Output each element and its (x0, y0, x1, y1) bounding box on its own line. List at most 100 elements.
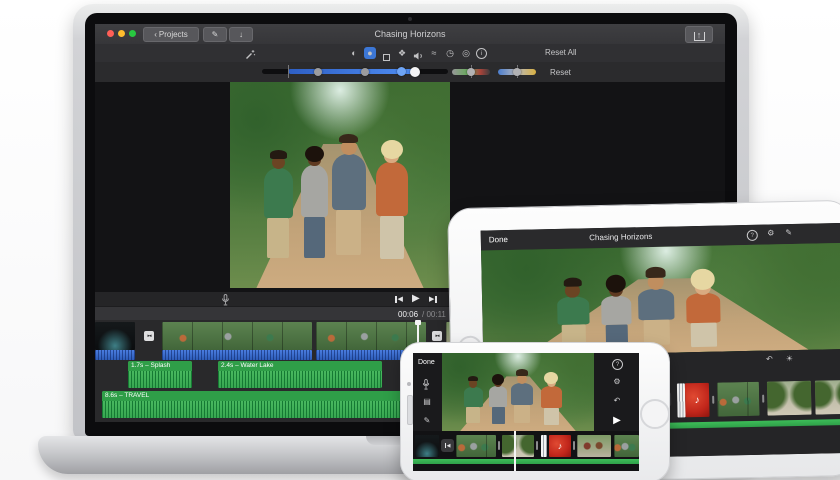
help-icon: ? (612, 359, 623, 370)
ipad-music-track[interactable] (649, 419, 840, 429)
iphone-clip-friends-2[interactable] (614, 435, 639, 457)
share-button[interactable]: ↑ (685, 26, 713, 43)
settings-button[interactable]: ⚙ (765, 228, 777, 237)
info-button[interactable]: i (476, 48, 487, 59)
back-to-projects-button[interactable]: ‹ Projects (143, 27, 199, 42)
prev-frame-icon: ◀ (398, 295, 403, 303)
edit-pencil-icon: ✎ (212, 30, 219, 39)
color-balance-button[interactable]: ◐ (348, 47, 360, 59)
iphone-clip-friends[interactable] (456, 435, 496, 457)
speaker-icon (413, 51, 424, 61)
iphone-playhead[interactable] (514, 431, 516, 471)
zoom-window-button[interactable] (129, 30, 136, 37)
person-figure-4 (375, 140, 408, 282)
facetime-camera-dot (408, 17, 412, 21)
clip-divider-2[interactable] (536, 441, 538, 450)
iphone-camera-dot (407, 382, 411, 386)
brightness-slider-handle[interactable] (397, 67, 406, 76)
transition-badge-2[interactable]: ▸◂ (432, 331, 442, 341)
voiceover-mic-button[interactable] (422, 377, 430, 395)
edit-tools-button[interactable]: ✎ (203, 27, 227, 42)
close-window-button[interactable] (107, 30, 114, 37)
done-button[interactable]: Done (489, 235, 508, 244)
audio-waveform-friends-1 (162, 350, 312, 360)
media-browser-button[interactable]: ▤ (420, 397, 434, 406)
previous-frame-button[interactable]: ◀ (395, 295, 403, 303)
chevron-left-icon: ‹ (154, 30, 157, 39)
help-button[interactable]: ? (612, 359, 623, 370)
ipad-project-title: Chasing Horizons (541, 231, 701, 243)
project-settings-button[interactable]: ✎ (420, 416, 434, 425)
noise-reduction-button[interactable]: ≈ (428, 47, 440, 59)
download-button[interactable]: ↓ (229, 27, 253, 42)
iphone-clip-dark[interactable] (415, 435, 439, 457)
download-arrow-icon: ↓ (239, 30, 243, 39)
microphone-icon (221, 294, 230, 306)
next-frame-button[interactable]: ▶ (429, 295, 437, 303)
person-figure-1 (263, 150, 294, 282)
shadows-slider-handle[interactable] (314, 68, 322, 76)
next-frame-icon: ▶ (429, 295, 434, 303)
project-settings-button[interactable]: ✎ (783, 228, 795, 237)
music-note-icon: ♪ (695, 395, 700, 406)
video-clip-friends-1[interactable] (162, 322, 312, 350)
clip-divider-3[interactable] (573, 441, 575, 450)
person-figure-4 (541, 372, 562, 429)
speed-button[interactable]: ◷ (444, 47, 456, 59)
video-clip-cave[interactable] (95, 322, 135, 350)
person-figure-1 (556, 277, 591, 352)
transition-badge-1[interactable]: ▸◂ (144, 331, 154, 341)
iphone-device: Done ▤ ✎ (400, 342, 670, 480)
person-figure-2 (600, 274, 633, 351)
audio-clip-edge[interactable] (541, 435, 547, 457)
play-button[interactable]: ▶ (412, 293, 420, 304)
clip-filter-button[interactable]: ◎ (460, 47, 472, 59)
help-button[interactable]: ? (747, 230, 758, 241)
play-button[interactable]: ▶ (610, 415, 624, 426)
done-button[interactable]: Done (418, 359, 435, 366)
iphone-music-track[interactable] (413, 459, 639, 464)
undo-button[interactable]: ↶ (610, 396, 624, 405)
minimize-window-button[interactable] (118, 30, 125, 37)
album-art-clip[interactable]: ♪ (685, 383, 710, 417)
person-figure-3 (331, 134, 366, 282)
ipad-clip-road-2[interactable] (815, 380, 840, 415)
color-board: Reset (95, 62, 725, 83)
iphone-home-button[interactable] (640, 399, 670, 429)
highlights-slider-handle[interactable] (410, 67, 420, 77)
album-art-clip[interactable]: ♪ (549, 435, 571, 457)
iphone-timeline: ◀ ♪ (413, 431, 639, 471)
reset-button[interactable]: Reset (550, 68, 571, 77)
iphone-clip-road[interactable] (502, 435, 534, 457)
person-figure-2 (489, 374, 507, 429)
reset-all-button[interactable]: Reset All (545, 48, 577, 57)
clip-divider-1[interactable] (712, 396, 714, 404)
ipad-clip-friends[interactable] (717, 382, 760, 417)
clip-divider-2[interactable] (762, 395, 764, 403)
clip-divider-1[interactable] (498, 441, 500, 450)
ipad-clip-road[interactable] (767, 381, 812, 416)
sound-effect-clip-water-lake[interactable]: 2.4s – Water Lake (218, 361, 382, 388)
info-icon: i (476, 48, 487, 59)
stabilization-button[interactable]: ❖ (396, 47, 408, 59)
imovie-iphone-screen: Done ▤ ✎ (413, 353, 639, 471)
sound-effect-clip-splash[interactable]: 1.7s – Splash (128, 361, 192, 388)
color-correction-button-selected[interactable]: ● (364, 47, 376, 59)
green-waveform (218, 371, 382, 388)
temperature-slider-handle[interactable] (513, 68, 521, 76)
person-figure-1 (463, 376, 483, 429)
skip-back-icon: ◀ (447, 443, 451, 449)
adjust-toolbar: ◐ ● ❖ ≈ ◷ ◎ i Reset All (95, 44, 725, 63)
clip-label: 2.4s – Water Lake (218, 361, 382, 371)
ipad-viewer-photo (481, 243, 840, 357)
settings-button[interactable]: ⚙ (610, 377, 624, 386)
appearance-button[interactable]: ☀ (783, 354, 795, 363)
saturation-slider-handle[interactable] (467, 68, 475, 76)
time-current: 00:06 (398, 310, 418, 319)
undo-button[interactable]: ↶ (763, 354, 775, 363)
microphone-icon (422, 379, 430, 390)
iphone-clip-ride[interactable] (577, 435, 611, 457)
skip-to-start-button[interactable]: ◀ (441, 439, 454, 452)
hero-canvas: ‹ Projects ✎ ↓ Chasing Horizons ↑ ◐ (0, 0, 840, 480)
midtones-slider-handle[interactable] (361, 68, 369, 76)
